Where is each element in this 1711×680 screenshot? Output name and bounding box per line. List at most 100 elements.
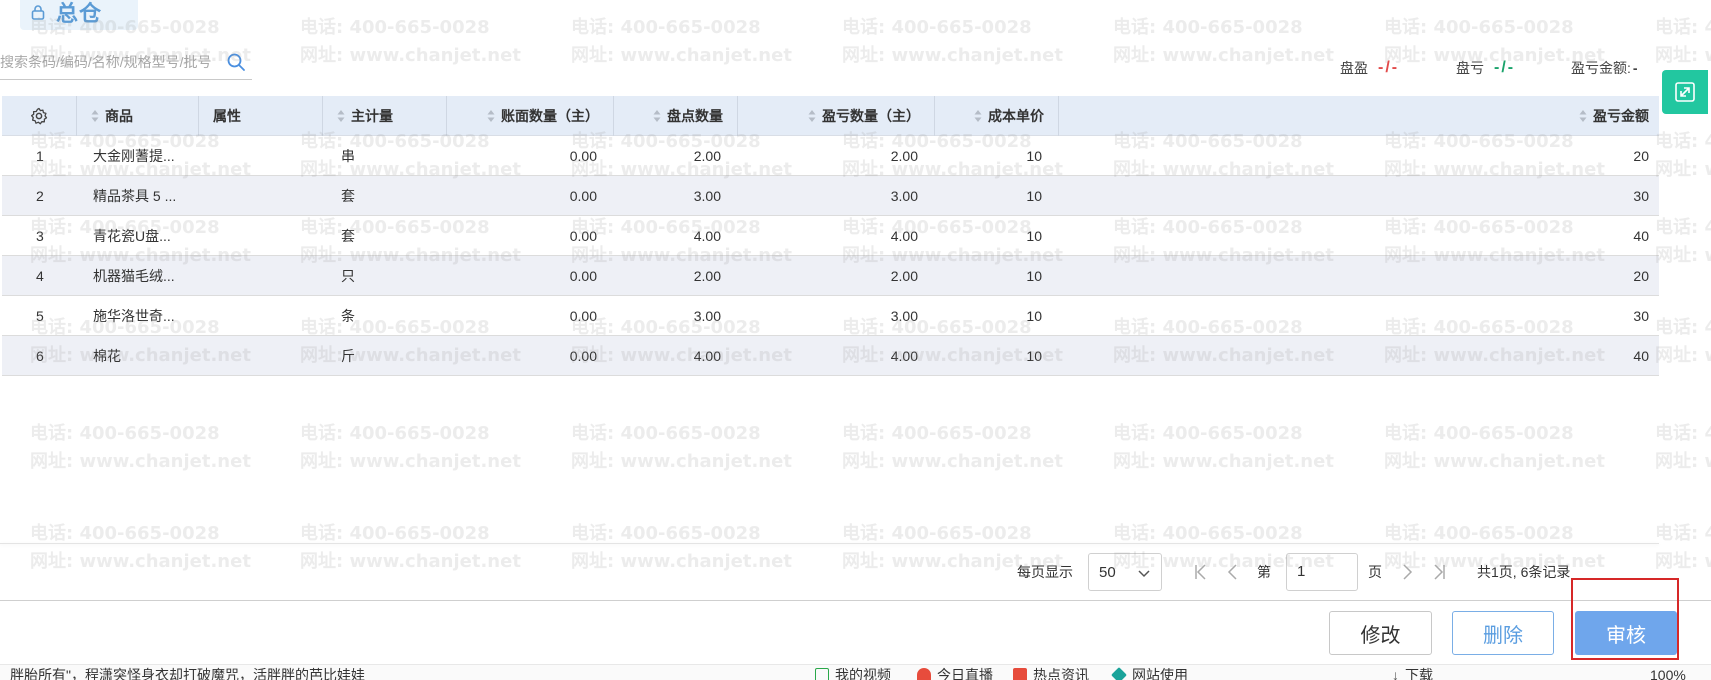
product-name: 精品茶具 5 ... — [93, 188, 177, 204]
diff-amount-cell: 20 — [1633, 148, 1649, 164]
edit-button[interactable]: 修改 — [1329, 611, 1432, 655]
diff-qty-cell: 4.00 — [890, 228, 918, 244]
column-product[interactable]: 商品 — [77, 96, 199, 136]
pagination-divider — [0, 543, 1659, 544]
watermark-text: 电话: 400-665-0028网址: www.chanjet.net — [1655, 423, 1711, 472]
column-label: 商品 — [105, 108, 133, 124]
footer-divider — [0, 600, 1711, 601]
search-icon[interactable] — [226, 52, 246, 72]
loss-summary: 盘亏 -/- — [1456, 58, 1515, 78]
column-unit[interactable]: 主计量 — [323, 96, 447, 136]
unit-cost-cell: 10 — [1026, 308, 1042, 324]
table-row[interactable]: 2 精品茶具 5 ... 套 0.00 3.00 3.00 10 30 — [2, 176, 1659, 216]
unit-cost-cell: 10 — [1026, 188, 1042, 204]
product-name: 机器猫毛绒... — [93, 268, 175, 284]
unit-cell: 套 — [341, 228, 355, 244]
watermark-text: 电话: 400-665-0028网址: www.chanjet.net — [842, 17, 1063, 66]
table-row[interactable]: 4 机器猫毛绒... 只 0.00 2.00 2.00 10 20 — [2, 256, 1659, 296]
page-size-select[interactable]: 50 — [1088, 553, 1162, 591]
table-row[interactable]: 5 施华洛世奇... 条 0.00 3.00 3.00 10 30 — [2, 296, 1659, 336]
news-ticker[interactable]: 胖胎所有"，程潇突怪身衣却打破魔咒，活胖胖的芭比娃娃 — [10, 667, 365, 680]
table-row[interactable]: 6 棉花 斤 0.00 4.00 4.00 10 40 — [2, 336, 1659, 376]
live-link[interactable]: 今日直播 — [917, 667, 993, 680]
book-qty-cell: 0.00 — [569, 348, 597, 364]
zoom-level[interactable]: 100% — [1650, 667, 1686, 680]
watermark-text: 电话: 400-665-0028网址: www.chanjet.net — [571, 523, 792, 572]
watermark-text: 电话: 400-665-0028网址: www.chanjet.net — [300, 423, 521, 472]
page-size-value: 50 — [1099, 563, 1116, 581]
column-diff-amount[interactable]: 盈亏金额 — [1059, 96, 1659, 136]
sort-icon — [653, 110, 661, 122]
watermark-text: 电话: 400-665-0028网址: www.chanjet.net — [30, 423, 251, 472]
diff-amount-cell: 40 — [1633, 228, 1649, 244]
sort-icon — [808, 110, 816, 122]
sort-icon — [91, 110, 99, 122]
unit-cell: 条 — [341, 308, 355, 324]
watermark-text: 电话: 400-665-0028网址: www.chanjet.net — [300, 17, 521, 66]
first-page-icon[interactable] — [1193, 563, 1209, 581]
stocktake-table: 商品 属性 主计量 账面数量（主） 盘点数量 盈亏数量（主） 成本单价 盈亏金额 — [2, 96, 1659, 376]
watermark-text: 电话: 400-665-0028网址: www.chanjet.net — [1655, 523, 1711, 572]
diff-qty-cell: 4.00 — [890, 348, 918, 364]
book-qty-cell: 0.00 — [569, 228, 597, 244]
diff-qty-cell: 2.00 — [890, 148, 918, 164]
delete-button[interactable]: 删除 — [1452, 611, 1554, 655]
surplus-label: 盘盈 — [1340, 60, 1368, 76]
column-unit-cost[interactable]: 成本单价 — [935, 96, 1059, 136]
book-qty-cell: 0.00 — [569, 268, 597, 284]
column-attr[interactable]: 属性 — [199, 96, 323, 136]
book-qty-cell: 0.00 — [569, 188, 597, 204]
column-diff-qty[interactable]: 盈亏数量（主） — [738, 96, 935, 136]
unit-cell: 只 — [341, 268, 355, 284]
lock-icon — [31, 5, 45, 20]
diff-amount-cell: 30 — [1633, 308, 1649, 324]
search-box[interactable] — [0, 44, 252, 80]
gear-icon — [30, 107, 48, 125]
column-label: 盈亏金额 — [1593, 108, 1649, 124]
watermark-text: 电话: 400-665-0028网址: www.chanjet.net — [571, 17, 792, 66]
diff-qty-cell: 2.00 — [890, 268, 918, 284]
column-label: 属性 — [213, 108, 241, 124]
table-row[interactable]: 1 大金刚蓍提... 串 0.00 2.00 2.00 10 20 — [2, 136, 1659, 176]
site-use-link[interactable]: 网站使用 — [1111, 667, 1188, 680]
flame-icon — [917, 668, 931, 680]
amount-summary: 盈亏金额: - — [1571, 58, 1638, 78]
count-qty-cell: 4.00 — [693, 348, 721, 364]
column-book-qty[interactable]: 账面数量（主） — [447, 96, 614, 136]
watermark-text: 电话: 400-665-0028网址: www.chanjet.net — [571, 423, 792, 472]
watermark-text: 电话: 400-665-0028网址: www.chanjet.net — [1655, 17, 1711, 66]
prev-page-icon[interactable] — [1225, 563, 1241, 581]
count-qty-cell: 2.00 — [693, 268, 721, 284]
diff-qty-cell: 3.00 — [890, 188, 918, 204]
unit-cost-cell: 10 — [1026, 148, 1042, 164]
diamond-icon — [1111, 667, 1127, 680]
surplus-summary: 盘盈 -/- — [1340, 58, 1399, 78]
product-name: 青花瓷U盘... — [93, 228, 171, 244]
highlight-box — [1571, 578, 1679, 660]
news-link[interactable]: 热点资讯 — [1013, 667, 1089, 680]
diff-amount-cell: 20 — [1633, 268, 1649, 284]
page-number-input[interactable]: 1 — [1286, 553, 1358, 591]
download-link[interactable]: ↓ 下载 — [1392, 667, 1433, 680]
my-videos-link[interactable]: 我的视频 — [815, 667, 891, 680]
unit-cell: 斤 — [341, 348, 355, 364]
warehouse-tag[interactable]: 总仓 — [20, 0, 138, 30]
column-settings-button[interactable] — [2, 96, 77, 136]
sort-icon — [487, 110, 495, 122]
column-count-qty[interactable]: 盘点数量 — [614, 96, 738, 136]
unit-cost-cell: 10 — [1026, 268, 1042, 284]
news-icon — [1013, 668, 1027, 680]
fullscreen-button[interactable] — [1662, 70, 1708, 114]
table-row[interactable]: 3 青花瓷U盘... 套 0.00 4.00 4.00 10 40 — [2, 216, 1659, 256]
search-input[interactable] — [0, 53, 222, 70]
next-page-icon[interactable] — [1399, 563, 1415, 581]
loss-label: 盘亏 — [1456, 60, 1484, 76]
watermark-text: 电话: 400-665-0028网址: www.chanjet.net — [1655, 317, 1711, 366]
last-page-icon[interactable] — [1431, 563, 1447, 581]
row-number: 2 — [36, 188, 44, 204]
count-qty-cell: 4.00 — [693, 228, 721, 244]
watermark-text: 电话: 400-665-0028网址: www.chanjet.net — [300, 523, 521, 572]
expand-icon — [1675, 82, 1695, 102]
page-total: 共1页, 6条记录 — [1477, 564, 1571, 580]
count-qty-cell: 2.00 — [693, 148, 721, 164]
